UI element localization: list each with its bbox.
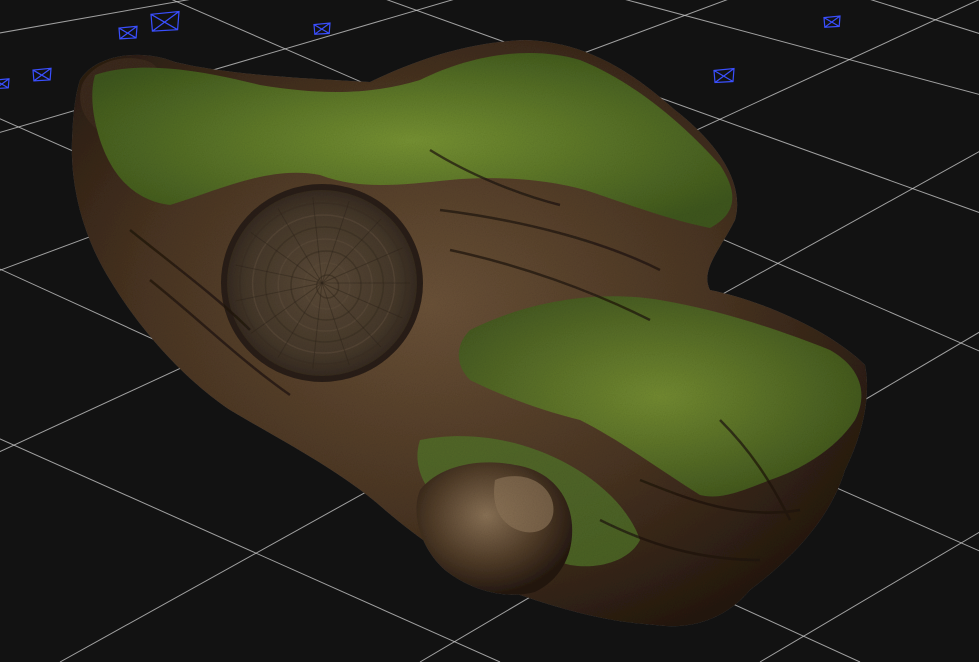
camera-frustum-icon[interactable] (823, 15, 841, 28)
camera-frustum-icon[interactable] (313, 22, 331, 35)
camera-frustum-icon[interactable] (32, 67, 52, 82)
camera-frustum-icon[interactable] (0, 78, 10, 89)
grid-line-a-0 (0, 0, 190, 34)
log-model[interactable] (71, 40, 868, 627)
3d-viewport[interactable] (0, 0, 979, 662)
scene-canvas[interactable] (0, 0, 979, 662)
grid-line-b-6 (870, 0, 979, 34)
camera-frustum-icon[interactable] (150, 10, 180, 32)
front-knot (416, 462, 573, 595)
camera-frustum-icon[interactable] (713, 67, 735, 84)
camera-frustum-icon[interactable] (118, 25, 138, 40)
